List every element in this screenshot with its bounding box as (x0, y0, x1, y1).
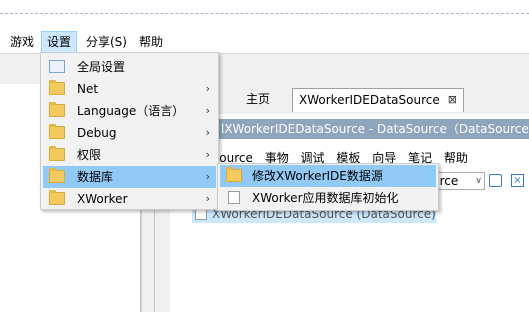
menu-item-debug[interactable]: Debug › (43, 122, 216, 144)
chevron-right-icon: › (205, 170, 210, 183)
chevron-right-icon: › (205, 192, 210, 205)
menu-item-label: 数据库 (77, 170, 114, 184)
folder-icon (49, 80, 65, 95)
chevron-right-icon: › (205, 148, 210, 161)
dashed-divider (0, 13, 529, 14)
folder-icon (49, 168, 65, 183)
menu-game[interactable]: 游戏 (5, 31, 39, 53)
submenu-item-label: 修改XWorkerIDE数据源 (252, 169, 383, 183)
menu-item-global-settings[interactable]: 全局设置 (43, 56, 216, 78)
close-icon[interactable]: ⊠ (448, 89, 457, 111)
editor-title-bar: lXWorkerIDEDataSource - DataSource（DataS… (213, 119, 529, 139)
tab-datasource[interactable]: XWorkerIDEDataSource ⊠ (292, 88, 464, 112)
document-icon (228, 191, 240, 204)
menu-bar: 游戏 设置 分享(S) 帮助 (0, 31, 529, 53)
database-submenu: 修改XWorkerIDE数据源 XWorker应用数据库初始化 (217, 163, 439, 211)
menu-item-database[interactable]: 数据库 › (43, 166, 216, 188)
settings-dropdown-menu: 全局设置 Net › Language（语言） › Debug › 权限 › 数… (40, 52, 219, 210)
close-icon[interactable]: × (511, 174, 524, 187)
menu-item-label: 全局设置 (77, 60, 126, 74)
menu-settings[interactable]: 设置 (41, 31, 78, 53)
submenu-item-label: XWorker应用数据库初始化 (252, 191, 399, 205)
chevron-right-icon: › (205, 104, 210, 117)
menu-item-label: Debug (77, 126, 117, 140)
folder-icon (49, 102, 65, 117)
folder-icon (49, 190, 65, 205)
menu-item-xworker[interactable]: XWorker › (43, 188, 216, 210)
window-top-area (0, 0, 529, 30)
menu-item-language[interactable]: Language（语言） › (43, 100, 216, 122)
menu-item-label: XWorker (77, 192, 128, 206)
folder-icon (49, 146, 65, 161)
editor-menu-help[interactable]: 帮助 (444, 151, 468, 165)
menu-item-permissions[interactable]: 权限 › (43, 144, 216, 166)
folder-doc-icon (226, 167, 242, 182)
tab-home[interactable]: 主页 (240, 88, 288, 110)
menu-item-label: Net (77, 82, 99, 96)
settings-doc-icon (49, 60, 65, 73)
submenu-item-init-database[interactable]: XWorker应用数据库初始化 (220, 187, 436, 209)
menu-help[interactable]: 帮助 (134, 31, 168, 53)
chevron-right-icon: › (205, 126, 210, 139)
tab-datasource-label: XWorkerIDEDataSource (299, 93, 440, 107)
menu-item-label: Language（语言） (77, 104, 185, 118)
chevron-right-icon: › (205, 82, 210, 95)
menu-item-label: 权限 (77, 148, 102, 162)
menu-share[interactable]: 分享(S) (81, 31, 132, 53)
folder-icon (49, 124, 65, 139)
submenu-item-edit-datasource[interactable]: 修改XWorkerIDE数据源 (220, 165, 436, 187)
menu-item-net[interactable]: Net › (43, 78, 216, 100)
chevron-down-icon: ∨ (475, 176, 482, 186)
refresh-icon[interactable] (489, 174, 502, 187)
